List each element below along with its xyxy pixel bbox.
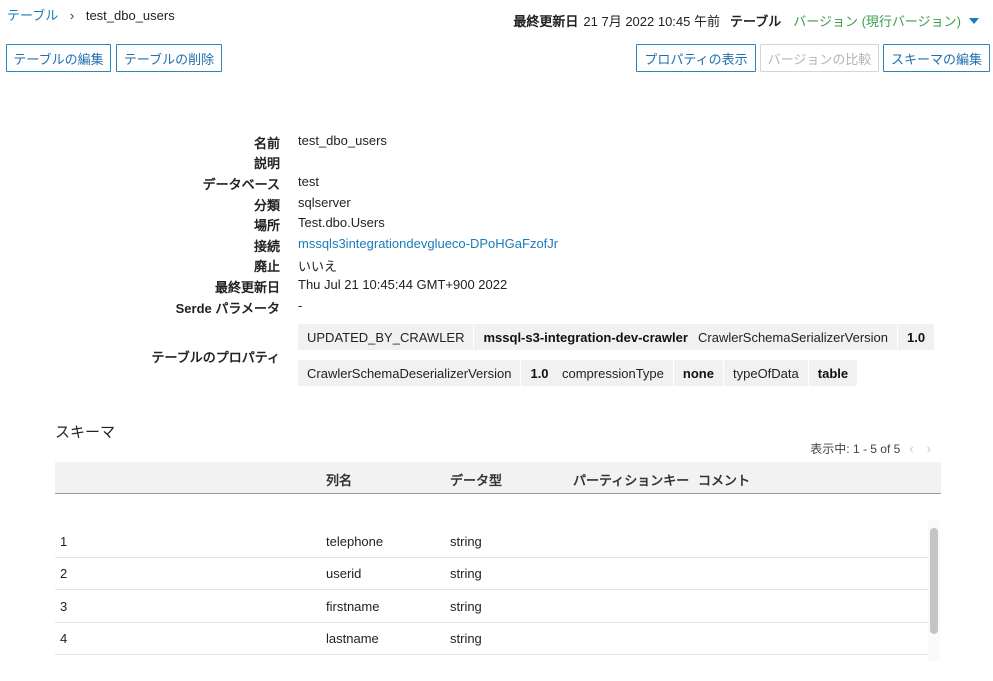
- property-chip: UPDATED_BY_CRAWLER mssql-s3-integration-…: [298, 324, 697, 350]
- row-column-name: firstname: [326, 599, 380, 614]
- chevron-left-icon[interactable]: ‹: [909, 441, 913, 456]
- table-row: 4 lastname string: [55, 622, 928, 655]
- property-value: 1.0: [520, 360, 557, 386]
- column-header-comment[interactable]: コメント: [698, 470, 750, 489]
- connection-link[interactable]: mssqls3integrationdevglueco-DPoHGaFzofJr: [298, 236, 558, 251]
- last-updated-detail-value: Thu Jul 21 10:45:44 GMT+900 2022: [298, 277, 508, 292]
- table-label: テーブル: [730, 14, 782, 29]
- location-label: 場所: [253, 218, 280, 233]
- property-chip: typeOfData table: [724, 360, 858, 386]
- schema-title: スキーマ: [55, 424, 116, 441]
- row-data-type: string: [450, 599, 482, 614]
- last-updated-label: 最終更新日: [513, 14, 579, 29]
- connection-label: 接続: [253, 239, 280, 254]
- row-index: 2: [60, 566, 68, 581]
- deprecated-label: 廃止: [253, 259, 280, 274]
- property-value: mssql-s3-integration-dev-crawler: [473, 324, 696, 350]
- caret-down-icon: [969, 17, 979, 24]
- row-index: 1: [60, 534, 68, 549]
- breadcrumb-tables-link[interactable]: テーブル: [7, 8, 58, 23]
- header-meta: 最終更新日 21 7月 2022 10:45 午前 テーブル バージョン (現行…: [513, 11, 979, 30]
- property-value: none: [672, 360, 723, 386]
- database-value: test: [298, 174, 319, 189]
- classification-label: 分類: [253, 198, 280, 213]
- serde-value: -: [298, 298, 303, 313]
- edit-schema-button[interactable]: スキーマの編集: [883, 44, 990, 72]
- row-column-name: userid: [326, 566, 362, 581]
- schema-scrollbar-track[interactable]: [928, 520, 940, 661]
- classification-value: sqlserver: [298, 195, 351, 210]
- row-data-type: string: [450, 631, 482, 646]
- table-row: 3 firstname string: [55, 590, 928, 623]
- view-properties-button[interactable]: プロパティの表示: [636, 44, 756, 72]
- last-updated-detail-label: 最終更新日: [214, 280, 280, 295]
- breadcrumb-current: test_dbo_users: [85, 8, 175, 23]
- property-chip: compressionType none: [553, 360, 723, 386]
- serde-label: Serde パラメータ: [175, 301, 280, 316]
- delete-table-button[interactable]: テーブルの削除: [116, 44, 222, 72]
- name-value: test_dbo_users: [298, 133, 387, 148]
- property-chip: CrawlerSchemaDeserializerVersion 1.0: [298, 360, 558, 386]
- deprecated-value: いいえ: [298, 259, 338, 274]
- version-label: バージョン (現行バージョン): [793, 14, 961, 29]
- property-key: UPDATED_BY_CRAWLER: [307, 329, 465, 345]
- property-value: 1.0: [897, 324, 934, 350]
- pagination-label: 表示中: 1 - 5 of 5: [810, 442, 901, 456]
- property-key: CrawlerSchemaSerializerVersion: [698, 329, 889, 345]
- row-index: 4: [60, 631, 68, 646]
- table-row: 1 telephone string: [55, 525, 928, 558]
- property-chip: CrawlerSchemaSerializerVersion 1.0: [689, 324, 935, 350]
- table-row: 2 userid string: [55, 557, 928, 590]
- version-dropdown[interactable]: バージョン (現行バージョン): [793, 11, 979, 30]
- column-header-type[interactable]: データ型: [450, 470, 502, 489]
- row-data-type: string: [450, 566, 482, 581]
- name-label: 名前: [253, 136, 280, 151]
- property-key: typeOfData: [733, 365, 799, 381]
- description-label: 説明: [253, 156, 280, 171]
- edit-table-button[interactable]: テーブルの編集: [6, 44, 111, 72]
- schema-scrollbar-thumb[interactable]: [930, 528, 938, 634]
- property-key: CrawlerSchemaDeserializerVersion: [307, 365, 512, 381]
- row-data-type: string: [450, 534, 482, 549]
- table-properties-label: テーブルのプロパティ: [151, 350, 280, 365]
- location-value: Test.dbo.Users: [298, 215, 385, 230]
- property-value: table: [807, 360, 857, 386]
- row-index: 3: [60, 599, 68, 614]
- row-column-name: telephone: [326, 534, 384, 549]
- database-label: データベース: [202, 177, 280, 192]
- property-key: compressionType: [562, 365, 664, 381]
- last-updated-value: 21 7月 2022 10:45 午前: [583, 14, 720, 29]
- compare-versions-button: バージョンの比較: [760, 44, 879, 72]
- row-column-name: lastname: [326, 631, 379, 646]
- chevron-right-icon: ›: [69, 8, 75, 23]
- pagination: 表示中: 1 - 5 of 5 ‹ ›: [810, 440, 931, 457]
- column-header-partition-key[interactable]: パーティションキー: [573, 470, 689, 489]
- breadcrumb: テーブル › test_dbo_users: [7, 5, 175, 24]
- chevron-right-icon[interactable]: ›: [927, 441, 931, 456]
- column-header-name[interactable]: 列名: [326, 470, 352, 489]
